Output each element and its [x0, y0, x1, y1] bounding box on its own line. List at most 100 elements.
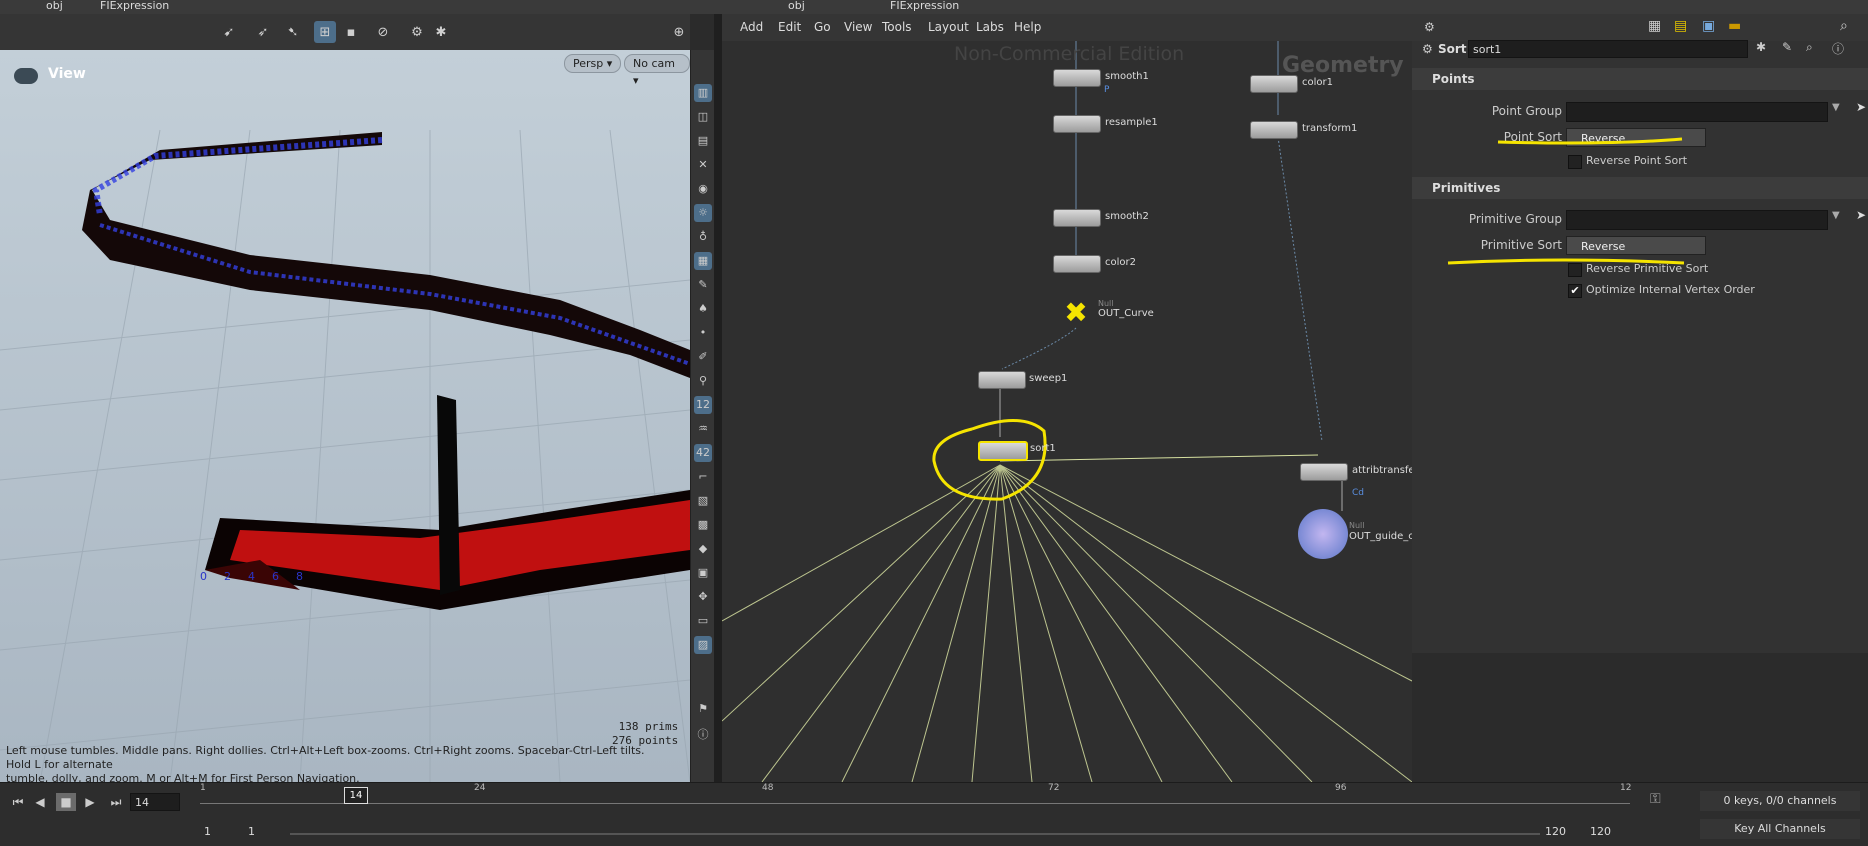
jump-end-icon[interactable]: ⏭	[106, 793, 126, 811]
scene-geometry	[0, 129, 690, 782]
point-label-4: 4	[248, 570, 272, 583]
node-sort1[interactable]	[978, 441, 1028, 461]
transform-icon[interactable]: ✥	[694, 588, 712, 606]
camera-icon[interactable]: ⚙	[406, 21, 428, 43]
timeline-track[interactable]	[200, 803, 1630, 804]
node-resample1[interactable]	[1053, 115, 1101, 133]
node-smooth1[interactable]	[1053, 69, 1101, 87]
frame-icon[interactable]: ▪	[340, 21, 362, 43]
diamond-icon[interactable]: ◆	[694, 540, 712, 558]
stop-icon[interactable]: ■	[56, 793, 76, 811]
group-icon[interactable]: ▣	[694, 564, 712, 582]
play-forward-icon[interactable]: ▶	[80, 793, 100, 811]
ghost-icon[interactable]: ▦	[694, 252, 712, 270]
snapshot-icon[interactable]: ▨	[694, 636, 712, 654]
checker-icon[interactable]: ▩	[694, 516, 712, 534]
range-end[interactable]: 120	[1545, 825, 1566, 838]
note-icon[interactable]: ▤	[1674, 18, 1687, 34]
close-icon[interactable]: ✕	[694, 156, 712, 174]
display-options-icon[interactable]: ⊕	[668, 21, 690, 43]
light-icon[interactable]: ☼	[694, 204, 712, 222]
lock-icon[interactable]: ▤	[694, 132, 712, 150]
path-node-right[interactable]: FIExpression	[890, 0, 959, 12]
frame-all-icon[interactable]: ▭	[694, 612, 712, 630]
path-obj-right[interactable]: obj	[788, 0, 805, 12]
range-start[interactable]: 1	[204, 825, 211, 838]
play-backward-icon[interactable]: ◀	[30, 793, 50, 811]
view-icon	[14, 68, 38, 84]
network-editor[interactable]: Non-Commercial Edition Geometry smooth1 …	[722, 41, 1412, 782]
select-icon[interactable]: ➹	[218, 21, 240, 43]
prim-numbers-icon[interactable]: 42	[694, 444, 712, 462]
dot-icon[interactable]: •	[694, 324, 712, 342]
range-end-2[interactable]: 120	[1590, 825, 1611, 838]
eyedrop-icon[interactable]: ⚲	[694, 372, 712, 390]
info-icon[interactable]: ⓘ	[694, 726, 712, 744]
menu-go[interactable]: Go	[814, 20, 831, 34]
node-smooth2[interactable]	[1053, 209, 1101, 227]
node-attribtransfer[interactable]	[1300, 463, 1348, 481]
node-color2[interactable]	[1053, 255, 1101, 273]
frame-marker[interactable]: 14	[344, 787, 368, 804]
disabled-icon[interactable]: ⊘	[372, 21, 394, 43]
pane-tab-bar-left: obj FIExpression	[0, 0, 720, 14]
select-mode-icon[interactable]: ➶	[252, 21, 274, 43]
hint-line-1: Left mouse tumbles. Middle pans. Right d…	[6, 744, 645, 771]
node-label-out-curve: OUT_Curve	[1098, 308, 1154, 319]
paint-icon[interactable]: ♒	[694, 420, 712, 438]
key-icon[interactable]: ⚿	[1650, 791, 1661, 807]
node-transform1[interactable]	[1250, 121, 1298, 139]
snap-icon[interactable]: ⊞	[314, 21, 336, 43]
search-icon[interactable]: ⌕	[1840, 18, 1848, 34]
param-toolbar: ⚙ ▦ ▤ ▣ ▬ ⌕	[1412, 14, 1868, 41]
node-color1[interactable]	[1250, 75, 1298, 93]
normals-icon[interactable]: ⌐	[694, 468, 712, 486]
context-label: Geometry	[1282, 53, 1404, 78]
layout-icon[interactable]: ▦	[1648, 18, 1661, 34]
shading-icon[interactable]: ◉	[694, 180, 712, 198]
cd-tag: Cd	[1352, 488, 1364, 498]
null-node-icon[interactable]: ✖	[1060, 299, 1092, 327]
camera-dropdown[interactable]: No cam ▾	[624, 54, 690, 87]
node-out-guide[interactable]	[1298, 509, 1348, 559]
wireframe-icon[interactable]: ◫	[694, 108, 712, 126]
settings-icon[interactable]: ✱	[430, 21, 452, 43]
menu-tools[interactable]: Tools	[882, 20, 912, 34]
scene-viewport[interactable]: View Persp ▾ No cam ▾ 02468 138 prims 27…	[0, 50, 690, 782]
null-tag-2: Null	[1349, 521, 1365, 530]
path-node-left[interactable]: FIExpression	[100, 0, 169, 12]
texture-icon[interactable]: ▧	[694, 492, 712, 510]
hint-line-2: tumble, dolly, and zoom. M or Alt+M for …	[6, 772, 360, 782]
camera-mode-dropdown[interactable]: Persp ▾	[564, 54, 622, 73]
menu-edit[interactable]: Edit	[778, 20, 801, 34]
current-frame-field[interactable]: 14	[130, 793, 180, 811]
range-start-2[interactable]: 1	[248, 825, 255, 838]
image-icon[interactable]: ▣	[1702, 18, 1715, 34]
jump-start-icon[interactable]: ⏮	[8, 793, 28, 811]
display-icon[interactable]: ▥	[694, 84, 712, 102]
menu-view[interactable]: View	[844, 20, 872, 34]
pencil-icon[interactable]: ✎	[694, 276, 712, 294]
point-numbers-icon[interactable]: 12	[694, 396, 712, 414]
measure-icon[interactable]: ✐	[694, 348, 712, 366]
gear-icon[interactable]: ⚙	[1424, 20, 1438, 34]
node-label-color2: color2	[1105, 257, 1136, 268]
node-sweep1[interactable]	[978, 371, 1026, 389]
viewport-title: View	[48, 66, 86, 82]
pin-icon[interactable]: ⚑	[694, 700, 712, 718]
menu-labs[interactable]: Labs	[976, 20, 1004, 34]
menu-layout[interactable]: Layout	[928, 20, 969, 34]
brush-icon[interactable]: ♠	[694, 300, 712, 318]
viewport-toolbar: ➹ ➶ ➷ ⊞ ▪ ⊘ ⚙ ✱ ⊕	[0, 14, 690, 51]
range-bar[interactable]	[290, 833, 1540, 835]
cloud-icon[interactable]: ▬	[1728, 18, 1741, 34]
menu-add[interactable]: Add	[740, 20, 763, 34]
ruler-label-96: 96	[1335, 783, 1347, 793]
menu-help[interactable]: Help	[1014, 20, 1041, 34]
pane-divider[interactable]	[714, 14, 722, 782]
path-obj-left[interactable]: obj	[46, 0, 63, 12]
bulb-icon[interactable]: ♁	[694, 228, 712, 246]
select-groups-icon[interactable]: ➷	[282, 21, 304, 43]
key-all-channels-button[interactable]: Key All Channels	[1700, 819, 1860, 839]
navigation-hint: Left mouse tumbles. Middle pans. Right d…	[6, 744, 666, 782]
